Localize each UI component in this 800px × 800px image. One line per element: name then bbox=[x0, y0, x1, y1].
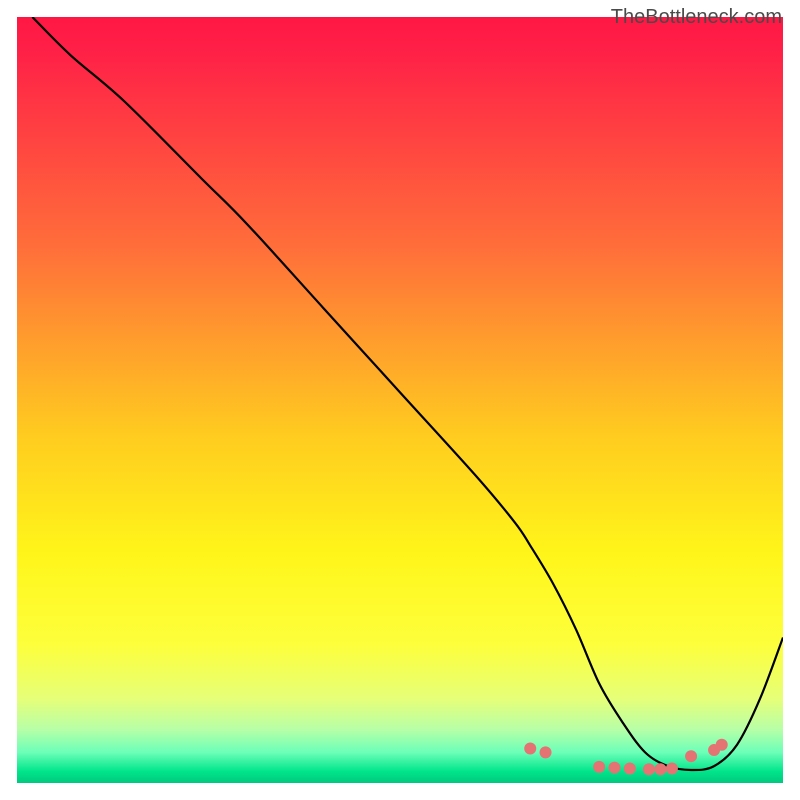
marker-point bbox=[593, 761, 605, 773]
bottleneck-curve bbox=[32, 17, 783, 770]
marker-point bbox=[716, 739, 728, 751]
marker-point bbox=[643, 763, 655, 775]
chart-container: TheBottleneck.com bbox=[0, 0, 800, 800]
marker-point bbox=[540, 746, 552, 758]
watermark-label: TheBottleneck.com bbox=[611, 6, 782, 29]
curve-layer bbox=[17, 17, 783, 783]
marker-point bbox=[608, 762, 620, 774]
marker-point bbox=[624, 762, 636, 774]
marker-point bbox=[654, 763, 666, 775]
marker-point bbox=[524, 743, 536, 755]
marker-point bbox=[685, 750, 697, 762]
plot-area bbox=[17, 17, 783, 783]
marker-point bbox=[666, 762, 678, 774]
